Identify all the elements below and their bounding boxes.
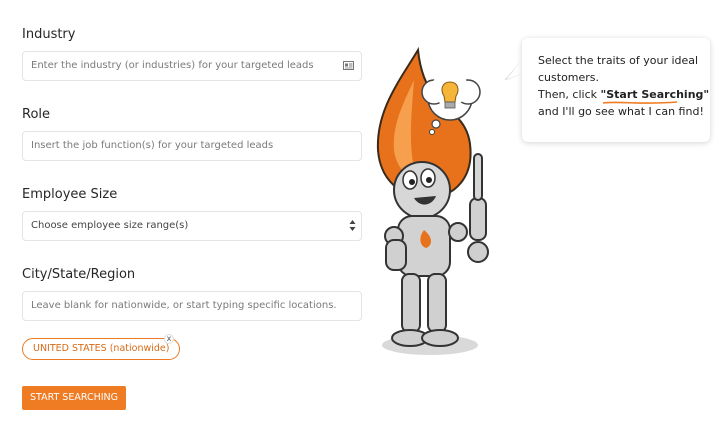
employee-size-value: Choose employee size range(s) xyxy=(31,220,189,231)
bubble-line-1: Select the traits of your ideal xyxy=(538,54,699,67)
location-label: City/State/Region xyxy=(22,267,136,282)
start-searching-button[interactable]: START SEARCHING xyxy=(22,386,126,410)
bubble-line-2: customers. xyxy=(538,71,600,84)
location-tag[interactable]: UNITED STATES (nationwide) xyxy=(22,338,181,360)
bubble-line-3: Then, click "Start Searching" xyxy=(538,86,709,104)
scribble-underline xyxy=(602,101,677,104)
industry-input[interactable]: Enter the industry (or industries) for y… xyxy=(22,51,362,81)
employee-size-select[interactable]: Choose employee size range(s) xyxy=(22,211,362,241)
start-searching-highlight: "Start Searching" xyxy=(601,88,709,104)
employee-size-label: Employee Size xyxy=(22,187,118,202)
location-input[interactable]: Leave blank for nationwide, or start typ… xyxy=(22,291,362,321)
speech-bubble: Select the traits of your ideal customer… xyxy=(522,38,710,142)
flame-robot-mascot xyxy=(376,46,489,355)
industry-label: Industry xyxy=(22,27,76,42)
updown-arrows-icon xyxy=(349,220,356,231)
remove-tag-button[interactable]: x xyxy=(164,334,174,344)
bubble-line-3-prefix: Then, click xyxy=(538,88,601,101)
card-icon xyxy=(343,61,354,70)
role-input[interactable]: Insert the job function(s) for your targ… xyxy=(22,131,362,161)
role-label: Role xyxy=(22,107,51,122)
location-placeholder: Leave blank for nationwide, or start typ… xyxy=(31,300,337,311)
role-placeholder: Insert the job function(s) for your targ… xyxy=(31,140,274,151)
industry-placeholder: Enter the industry (or industries) for y… xyxy=(31,60,314,71)
